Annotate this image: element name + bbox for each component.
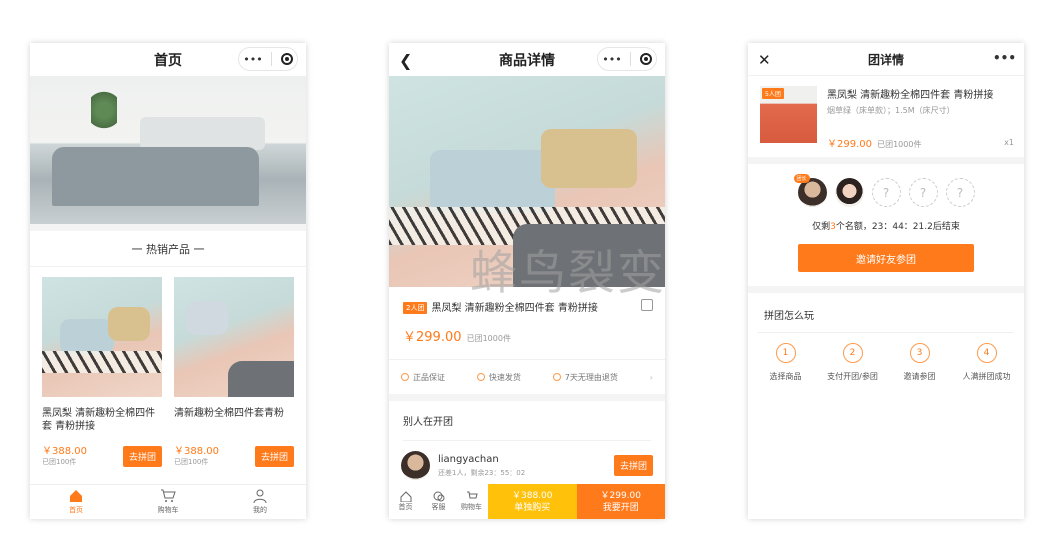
group-detail-screen: ✕ 团详情 ••• 5人团 黑凤梨 清新趣粉全棉四件套 青粉拼接 烟草绿（床单款… — [748, 43, 1024, 519]
product-image: 5人团 — [760, 86, 817, 143]
section-title: 一 热销产品 一 — [30, 231, 306, 267]
customer-service-button[interactable]: 客服 — [422, 484, 455, 519]
bottom-action-bar: 首页 客服 购物车 ￥388.00 单独购买 ￥299.00 我要开团 — [389, 484, 665, 519]
member-list: 团长 ? ? ? — [748, 164, 1024, 207]
home-button[interactable]: 首页 — [389, 484, 422, 519]
product-sold: 已团100件 — [42, 458, 77, 466]
leader-badge: 团长 — [793, 174, 810, 183]
cart-icon — [466, 491, 478, 499]
product-price: ￥388.00 — [174, 446, 219, 457]
product-price: ￥299.00 — [827, 139, 872, 150]
group-status: 还差1人，剩余23：55：02 — [438, 468, 526, 477]
avatar — [834, 178, 864, 207]
join-group-button[interactable]: 去拼团 — [613, 455, 653, 476]
product-image[interactable] — [42, 277, 162, 397]
divider — [30, 224, 306, 231]
tab-label: 首页 — [69, 506, 83, 514]
tab-cart[interactable]: 购物车 — [122, 485, 214, 519]
remaining-text: 仅剩3个名额，23：44：21.2后结束 — [812, 222, 960, 232]
plant-decoration — [90, 87, 117, 132]
product-name: 黑凤梨 清新趣粉全棉四件套 青粉拼接 — [431, 303, 598, 314]
empty-slot-icon: ? — [945, 178, 975, 207]
check-icon — [476, 373, 485, 381]
back-icon[interactable]: ❮ — [399, 51, 412, 70]
product-name: 黑凤梨 清新趣粉全棉四件套 青粉拼接 — [42, 408, 156, 432]
product-variant: 烟草绿（床单款）；1.5M（床尺寸） — [827, 106, 955, 115]
capsule-menu[interactable]: ••• — [597, 47, 657, 71]
product-image[interactable] — [174, 277, 294, 397]
join-group-button[interactable]: 去拼团 — [254, 446, 294, 467]
capsule-menu[interactable]: ••• — [238, 47, 298, 71]
tab-mine[interactable]: 我的 — [214, 485, 306, 519]
buy-alone-button[interactable]: ￥388.00 单独购买 — [488, 484, 577, 519]
service-guarantees[interactable]: 正品保证 快速发货 7天无理由退货 › — [389, 360, 665, 394]
product-card[interactable]: 清新趣粉全棉四件套青粉 ￥388.00 已团100件 去拼团 — [174, 277, 294, 467]
nav-bar: ✕ 团详情 ••• — [748, 43, 1024, 76]
banner-image[interactable] — [30, 76, 306, 224]
page-title: 商品详情 — [499, 52, 555, 69]
more-icon[interactable]: ••• — [993, 51, 1016, 65]
product-grid: 黑凤梨 清新趣粉全棉四件套 青粉拼接 ￥388.00 已团100件 去拼团 清新… — [30, 267, 306, 467]
nav-bar: ❮ 商品详情 ••• — [389, 43, 665, 76]
product-sold: 已团1000件 — [466, 334, 511, 343]
check-icon — [552, 373, 561, 381]
chat-icon — [433, 491, 444, 502]
page-title: 首页 — [154, 52, 182, 69]
join-group-button[interactable]: 去拼团 — [122, 446, 162, 467]
service-item: 正品保证 — [401, 372, 445, 383]
empty-slot-icon: ? — [871, 178, 901, 207]
chevron-right-icon: › — [649, 372, 653, 382]
others-group-title: 别人在开团 — [403, 417, 453, 428]
nav-bar: 首页 ••• — [30, 43, 306, 76]
step-item: 4 人满拼团成功 — [956, 343, 1018, 382]
check-icon — [401, 373, 409, 381]
group-user: liangyachan — [438, 453, 499, 465]
product-card[interactable]: 黑凤梨 清新趣粉全棉四件套 青粉拼接 ￥388.00 已团100件 去拼团 — [42, 277, 162, 467]
tab-label: 我的 — [253, 506, 267, 514]
page-title: 团详情 — [867, 52, 904, 67]
divider — [748, 286, 1024, 293]
service-item: 7天无理由退货 — [552, 372, 618, 383]
user-icon — [253, 489, 267, 503]
empty-slot-icon: ? — [908, 178, 938, 207]
tab-bar: 首页 购物车 我的 — [30, 484, 306, 519]
tab-home[interactable]: 首页 — [30, 485, 122, 519]
divider — [389, 394, 665, 401]
close-mini-program-icon[interactable] — [280, 53, 293, 65]
watermark: 蜂鸟裂变 — [470, 246, 666, 301]
product-sold: 已团100件 — [174, 458, 209, 466]
service-item: 快速发货 — [476, 372, 521, 383]
open-group-row: liangyachan 还差1人，剩余23：55：02 去拼团 — [389, 441, 665, 490]
product-price: ￥388.00 — [42, 446, 87, 457]
home-icon — [70, 490, 82, 502]
step-item: 3 邀请参团 — [889, 343, 951, 382]
group-badge: 2人团 — [403, 302, 428, 314]
home-screen: 首页 ••• 一 热销产品 一 黑凤梨 清新趣粉全棉四件套 青粉拼接 ￥388.… — [30, 43, 306, 519]
avatar — [401, 451, 430, 480]
tab-label: 购物车 — [157, 506, 179, 514]
close-mini-program-icon[interactable] — [639, 53, 652, 65]
cart-icon — [161, 489, 176, 502]
step-item: 1 选择商品 — [755, 343, 817, 382]
home-icon — [400, 491, 411, 502]
steps: 1 选择商品 2 支付开团/参团 3 邀请参团 4 人满拼团成功 — [748, 333, 1024, 382]
product-sold: 已团1000件 — [877, 140, 922, 149]
divider — [748, 157, 1024, 164]
product-price: ￥299.00 — [403, 330, 462, 345]
start-group-button[interactable]: ￥299.00 我要开团 — [576, 484, 665, 519]
invite-friends-button[interactable]: 邀请好友参团 — [798, 244, 974, 272]
group-badge: 5人团 — [762, 88, 784, 99]
more-icon[interactable]: ••• — [243, 53, 262, 66]
divider — [630, 52, 632, 66]
product-name: 黑凤梨 清新趣粉全棉四件套 青粉拼接 — [827, 90, 994, 101]
product-name: 清新趣粉全棉四件套青粉 — [174, 408, 284, 419]
howto-title: 拼团怎么玩 — [764, 311, 814, 322]
cart-button[interactable]: 购物车 — [455, 484, 488, 519]
close-icon[interactable]: ✕ — [758, 51, 771, 69]
more-icon[interactable]: ••• — [602, 53, 621, 66]
quantity: x1 — [1004, 138, 1014, 147]
product-summary[interactable]: 5人团 黑凤梨 清新趣粉全棉四件套 青粉拼接 烟草绿（床单款）；1.5M（床尺寸… — [748, 76, 1024, 157]
step-item: 2 支付开团/参团 — [822, 343, 884, 382]
divider — [271, 52, 273, 66]
